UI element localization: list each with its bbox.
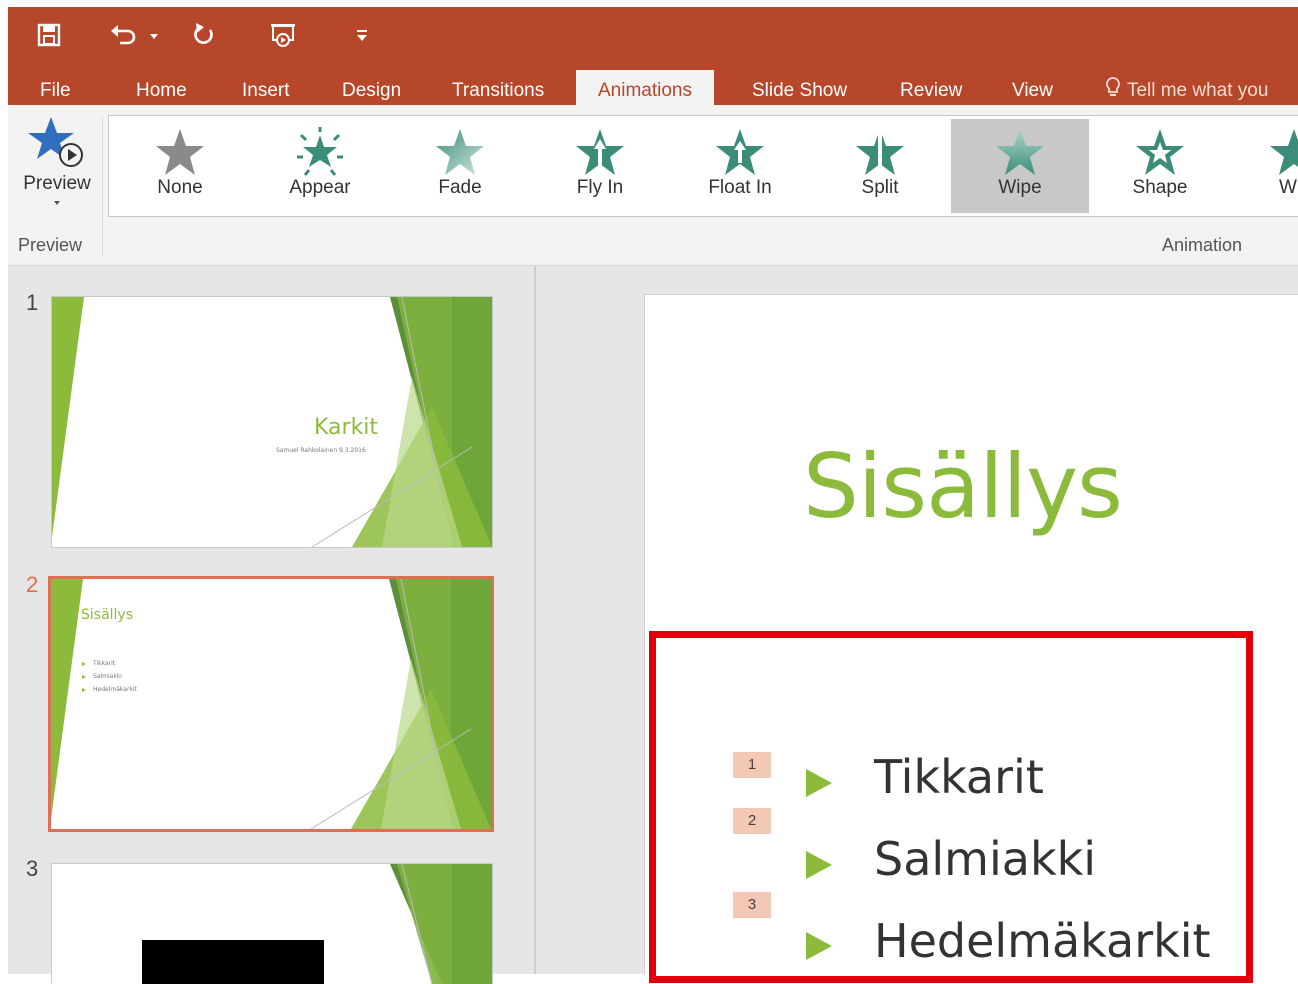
animation-label: None [157,177,203,198]
slide-background-graphic [142,864,492,984]
animation-fly-in[interactable]: Fly In [531,119,669,213]
preview-button[interactable]: Preview [16,115,98,225]
slide-thumbnail-2[interactable]: Sisällys Tikkarit Salmiakki Hedelmäkarki… [48,576,494,832]
slide-thumbnail-pane[interactable]: 1 Karkit Samuel Rahkolainen 9.3.2016 2 S… [8,266,534,984]
animation-label: W [1279,177,1297,198]
animation-label: Wipe [998,177,1042,198]
animation-shape[interactable]: Shape [1091,119,1229,213]
bullet-item: Salmiakki [874,832,1097,886]
slide-title[interactable]: Sisällys [803,435,1123,538]
save-icon[interactable] [36,21,70,49]
animation-appear[interactable]: Appear [251,119,389,213]
animation-label: Fly In [576,177,624,198]
group-separator [102,117,103,257]
wheel-star-icon [1270,129,1298,175]
animation-label: Shape [1132,177,1188,198]
present-from-start-icon[interactable] [268,21,304,49]
animation-float-in[interactable]: Float In [671,119,809,213]
animation-label: Split [861,177,899,198]
appear-star-icon [297,127,343,176]
slide-number: 1 [26,290,39,315]
animation-order-tag[interactable]: 1 [733,752,771,778]
animation-split[interactable]: Split [811,119,949,213]
none-star-icon [156,129,204,175]
slide-number: 2 [26,572,39,597]
wipe-star-icon [996,129,1044,175]
selected-content-placeholder[interactable]: 1 2 3 Tikkarit Salmiakki Hedelmäkarkit [649,631,1253,983]
preview-star-icon [28,117,83,167]
slide-thumbnail-1[interactable]: Karkit Samuel Rahkolainen 9.3.2016 [51,296,493,548]
shape-star-icon [1136,129,1184,175]
slide-number: 3 [26,856,39,881]
split-star-icon [856,129,904,175]
bullet-item: Hedelmäkarkit [874,914,1211,968]
slide-background-graphic [52,297,492,547]
bullet-item: Tikkarit [874,750,1044,804]
preview-group-label: Preview [18,235,83,255]
bullet-arrow-icon [806,932,832,960]
undo-icon[interactable] [108,21,144,49]
customize-qat-icon[interactable] [354,21,376,49]
animation-label: Float In [708,177,772,198]
thumb-title: Sisällys [81,607,134,623]
thumb-subtitle: Samuel Rahkolainen 9.3.2016 [276,447,366,454]
bullet-arrow-icon [806,851,832,879]
thumb-bullet: Hedelmäkarkit [93,686,137,693]
bullet-arrow-icon [806,769,832,797]
animation-gallery: None Appear Fade Fly In Float In Split W… [108,115,1298,217]
ribbon: Preview Preview None Appear Fade Fly In … [8,105,1298,266]
animation-label: Appear [289,177,351,198]
animation-group-label: Animation [1162,235,1243,255]
lightbulb-icon [1106,77,1120,96]
tell-me-text: Tell me what you [1126,80,1269,101]
thumb-bullet: Tikkarit [93,660,116,667]
title-bar: File Home Insert Design Transitions Anim… [8,7,1298,112]
fly-in-star-icon [576,129,624,175]
fade-star-icon [436,129,484,175]
chevron-down-icon [54,201,60,205]
redo-icon[interactable] [190,21,222,49]
animation-order-tag[interactable]: 3 [733,892,771,918]
undo-dropdown-icon[interactable] [148,21,164,49]
thumb-bullet: Salmiakki [93,673,122,680]
animation-fade[interactable]: Fade [391,119,529,213]
animation-label: Fade [438,177,482,198]
slide-thumbnail-3[interactable] [51,863,493,984]
float-in-star-icon [716,129,764,175]
thumb-title: Karkit [314,415,379,440]
animation-wheel[interactable]: W [1231,119,1298,213]
current-slide[interactable]: Sisällys 1 2 3 Tikkarit Salmiakki Hedelm… [644,294,1298,983]
animation-order-tag[interactable]: 2 [733,808,771,834]
animation-wipe[interactable]: Wipe [951,119,1089,213]
animation-none[interactable]: None [111,119,249,213]
preview-label: Preview [23,173,91,194]
